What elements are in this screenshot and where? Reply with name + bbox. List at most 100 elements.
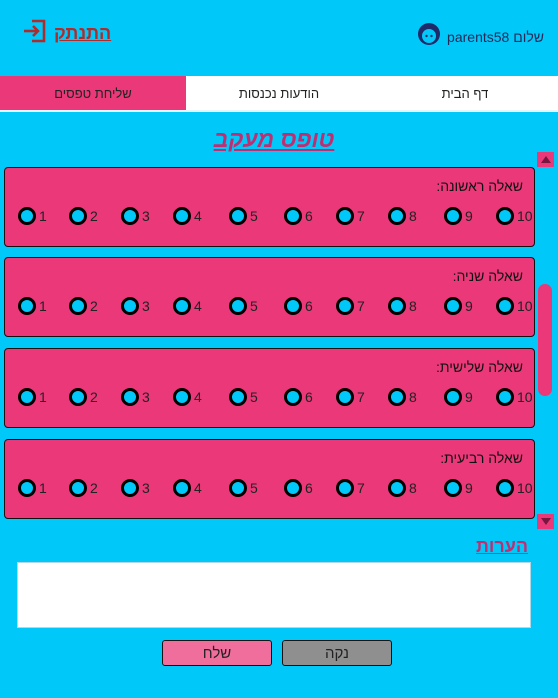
rating-option[interactable]: 7: [336, 207, 365, 225]
radio-button[interactable]: [444, 479, 462, 497]
radio-button[interactable]: [336, 207, 354, 225]
scrollbar-thumb[interactable]: [538, 284, 552, 396]
rating-option[interactable]: 6: [284, 388, 313, 406]
radio-button[interactable]: [121, 388, 139, 406]
radio-button[interactable]: [388, 207, 406, 225]
rating-option[interactable]: 2: [69, 388, 98, 406]
rating-option[interactable]: 8: [388, 207, 417, 225]
rating-option[interactable]: 3: [121, 207, 150, 225]
rating-value: 8: [409, 480, 417, 496]
logout-link[interactable]: התנתק: [22, 18, 111, 49]
rating-option[interactable]: 7: [336, 479, 365, 497]
radio-button[interactable]: [444, 388, 462, 406]
rating-value: 4: [194, 208, 202, 224]
rating-option[interactable]: 3: [121, 479, 150, 497]
radio-button[interactable]: [284, 207, 302, 225]
rating-option[interactable]: 9: [444, 207, 473, 225]
rating-option[interactable]: 4: [173, 297, 202, 315]
rating-value: 1: [39, 389, 47, 405]
tab-send-forms[interactable]: שליחת טפסים: [0, 76, 186, 110]
rating-option[interactable]: 4: [173, 388, 202, 406]
radio-button[interactable]: [496, 207, 514, 225]
rating-option[interactable]: 1: [18, 297, 47, 315]
rating-option[interactable]: 7: [336, 297, 365, 315]
rating-option[interactable]: 4: [173, 207, 202, 225]
rating-option[interactable]: 2: [69, 297, 98, 315]
radio-button[interactable]: [173, 479, 191, 497]
radio-button[interactable]: [496, 297, 514, 315]
rating-option[interactable]: 5: [229, 388, 258, 406]
radio-button[interactable]: [121, 479, 139, 497]
radio-button[interactable]: [388, 388, 406, 406]
radio-button[interactable]: [69, 479, 87, 497]
rating-option[interactable]: 5: [229, 207, 258, 225]
rating-option[interactable]: 1: [18, 479, 47, 497]
rating-option[interactable]: 1: [18, 207, 47, 225]
tab-incoming-messages[interactable]: הודעות נכנסות: [186, 76, 372, 110]
send-button[interactable]: שלח: [162, 640, 272, 666]
radio-button[interactable]: [229, 388, 247, 406]
radio-button[interactable]: [173, 207, 191, 225]
questions-scrollbar[interactable]: [537, 152, 554, 529]
notes-textarea[interactable]: [17, 562, 531, 628]
radio-button[interactable]: [229, 207, 247, 225]
rating-option[interactable]: 3: [121, 297, 150, 315]
rating-option[interactable]: 6: [284, 297, 313, 315]
radio-button[interactable]: [444, 297, 462, 315]
rating-option[interactable]: 8: [388, 297, 417, 315]
rating-option[interactable]: 10: [496, 207, 533, 225]
radio-button[interactable]: [284, 297, 302, 315]
rating-value: 5: [250, 208, 258, 224]
rating-option[interactable]: 10: [496, 479, 533, 497]
rating-option[interactable]: 9: [444, 479, 473, 497]
radio-button[interactable]: [229, 297, 247, 315]
radio-button[interactable]: [388, 297, 406, 315]
rating-option[interactable]: 8: [388, 388, 417, 406]
radio-button[interactable]: [496, 479, 514, 497]
radio-button[interactable]: [229, 479, 247, 497]
rating-option[interactable]: 3: [121, 388, 150, 406]
rating-value: 2: [90, 298, 98, 314]
radio-button[interactable]: [69, 297, 87, 315]
rating-option[interactable]: 2: [69, 479, 98, 497]
radio-button[interactable]: [121, 297, 139, 315]
radio-button[interactable]: [18, 297, 36, 315]
clear-button[interactable]: נקה: [282, 640, 392, 666]
radio-button[interactable]: [336, 479, 354, 497]
radio-button[interactable]: [336, 297, 354, 315]
radio-button[interactable]: [18, 388, 36, 406]
rating-option[interactable]: 1: [18, 388, 47, 406]
rating-option[interactable]: 4: [173, 479, 202, 497]
rating-value: 1: [39, 208, 47, 224]
rating-option[interactable]: 7: [336, 388, 365, 406]
rating-option[interactable]: 9: [444, 297, 473, 315]
rating-option[interactable]: 10: [496, 388, 533, 406]
radio-button[interactable]: [336, 388, 354, 406]
radio-button[interactable]: [69, 388, 87, 406]
radio-button[interactable]: [284, 388, 302, 406]
radio-button[interactable]: [444, 207, 462, 225]
radio-button[interactable]: [496, 388, 514, 406]
logout-label[interactable]: התנתק: [54, 23, 111, 44]
rating-option[interactable]: 6: [284, 207, 313, 225]
radio-button[interactable]: [18, 207, 36, 225]
rating-option[interactable]: 5: [229, 479, 258, 497]
rating-value: 1: [39, 298, 47, 314]
radio-button[interactable]: [69, 207, 87, 225]
rating-option[interactable]: 8: [388, 479, 417, 497]
radio-button[interactable]: [173, 388, 191, 406]
tab-home[interactable]: דף הבית: [372, 76, 558, 110]
radio-button[interactable]: [284, 479, 302, 497]
rating-option[interactable]: 9: [444, 388, 473, 406]
scroll-up-arrow[interactable]: [537, 152, 554, 167]
radio-button[interactable]: [388, 479, 406, 497]
scroll-down-arrow[interactable]: [537, 514, 554, 529]
rating-option[interactable]: 10: [496, 297, 533, 315]
rating-option[interactable]: 2: [69, 207, 98, 225]
radio-button[interactable]: [121, 207, 139, 225]
radio-button[interactable]: [173, 297, 191, 315]
rating-option[interactable]: 6: [284, 479, 313, 497]
question-card: שאלה שלישית: 1 2 3 4 5 6 7 8 9 10: [4, 348, 535, 428]
radio-button[interactable]: [18, 479, 36, 497]
rating-option[interactable]: 5: [229, 297, 258, 315]
